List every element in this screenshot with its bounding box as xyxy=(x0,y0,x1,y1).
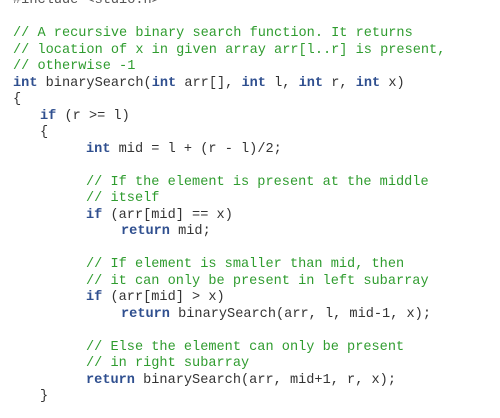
code-text: l, xyxy=(265,75,299,91)
code-text: r, xyxy=(323,75,356,91)
keyword: if xyxy=(86,290,103,305)
code-line: return binarySearch(arr, l, mid-1, x); xyxy=(13,307,445,324)
code-line: // location of x in given array arr[l..r… xyxy=(13,43,445,60)
code-text: binarySearch(arr, mid+1, r, x); xyxy=(134,372,396,388)
comment: // A recursive binary search function. I… xyxy=(13,26,413,41)
keyword: int xyxy=(13,75,38,91)
brace: { xyxy=(40,125,49,140)
code-line: // A recursive binary search function. I… xyxy=(13,26,445,43)
code-line: return mid; xyxy=(13,224,445,241)
keyword: int xyxy=(241,75,266,91)
preprocessor-directive: #include <stdio.h> xyxy=(13,0,160,8)
code-text: arr[], xyxy=(176,75,242,91)
code-text: (arr[mid] > x) xyxy=(102,290,225,305)
code-line: if (arr[mid] > x) xyxy=(13,290,445,307)
code-line: #include <stdio.h> xyxy=(13,0,445,10)
code-text: (r >= l) xyxy=(56,108,130,124)
keyword: int xyxy=(355,75,381,91)
comment: // Else the element can only be present xyxy=(86,339,405,355)
code-line: int mid = l + (r - l)/2; xyxy=(13,142,445,159)
keyword: int xyxy=(151,75,177,91)
code-line: // itself xyxy=(13,191,445,208)
keyword: return xyxy=(121,306,170,322)
keyword: int xyxy=(86,141,111,157)
comment: // in right subarray xyxy=(86,356,250,371)
keyword: return xyxy=(86,372,135,388)
code-text: mid = l + (r - l)/2; xyxy=(110,141,282,157)
comment: // If element is smaller than mid, then xyxy=(86,257,405,272)
code-line: // If the element is present at the midd… xyxy=(13,175,445,192)
code-line: } xyxy=(13,389,445,406)
keyword: return xyxy=(121,224,170,239)
comment: // otherwise -1 xyxy=(13,59,136,74)
keyword: int xyxy=(298,75,324,91)
code-line: // otherwise -1 xyxy=(13,59,445,76)
code-text: mid; xyxy=(169,224,211,239)
code-line: int binarySearch(int arr[], int l, int r… xyxy=(13,76,445,93)
code-line: if (r >= l) xyxy=(13,109,445,126)
comment: // location of x in given array arr[l..r… xyxy=(13,42,446,58)
comment: // itself xyxy=(86,191,160,206)
code-line: // it can only be present in left subarr… xyxy=(13,274,445,291)
code-view: #include <stdio.h> // A recursive binary … xyxy=(13,0,445,406)
code-line: // If element is smaller than mid, then xyxy=(13,257,445,274)
code-line: // in right subarray xyxy=(13,356,445,373)
comment: // it can only be present in left subarr… xyxy=(86,273,429,289)
code-text: binarySearch( xyxy=(37,75,152,91)
code-line: return binarySearch(arr, mid+1, r, x); xyxy=(13,373,445,390)
code-line: { xyxy=(13,125,445,142)
comment: // If the element is present at the midd… xyxy=(86,174,429,190)
code-line: // Else the element can only be present xyxy=(13,340,445,357)
code-line: { xyxy=(13,92,445,109)
code-line: if (arr[mid] == x) xyxy=(13,208,445,225)
brace: { xyxy=(13,92,22,107)
keyword: if xyxy=(40,108,57,124)
code-text: (arr[mid] == x) xyxy=(102,207,233,223)
brace: } xyxy=(40,389,49,404)
code-text: x) xyxy=(380,75,405,91)
keyword: if xyxy=(86,207,103,223)
code-text: binarySearch(arr, l, mid-1, x); xyxy=(169,306,431,322)
